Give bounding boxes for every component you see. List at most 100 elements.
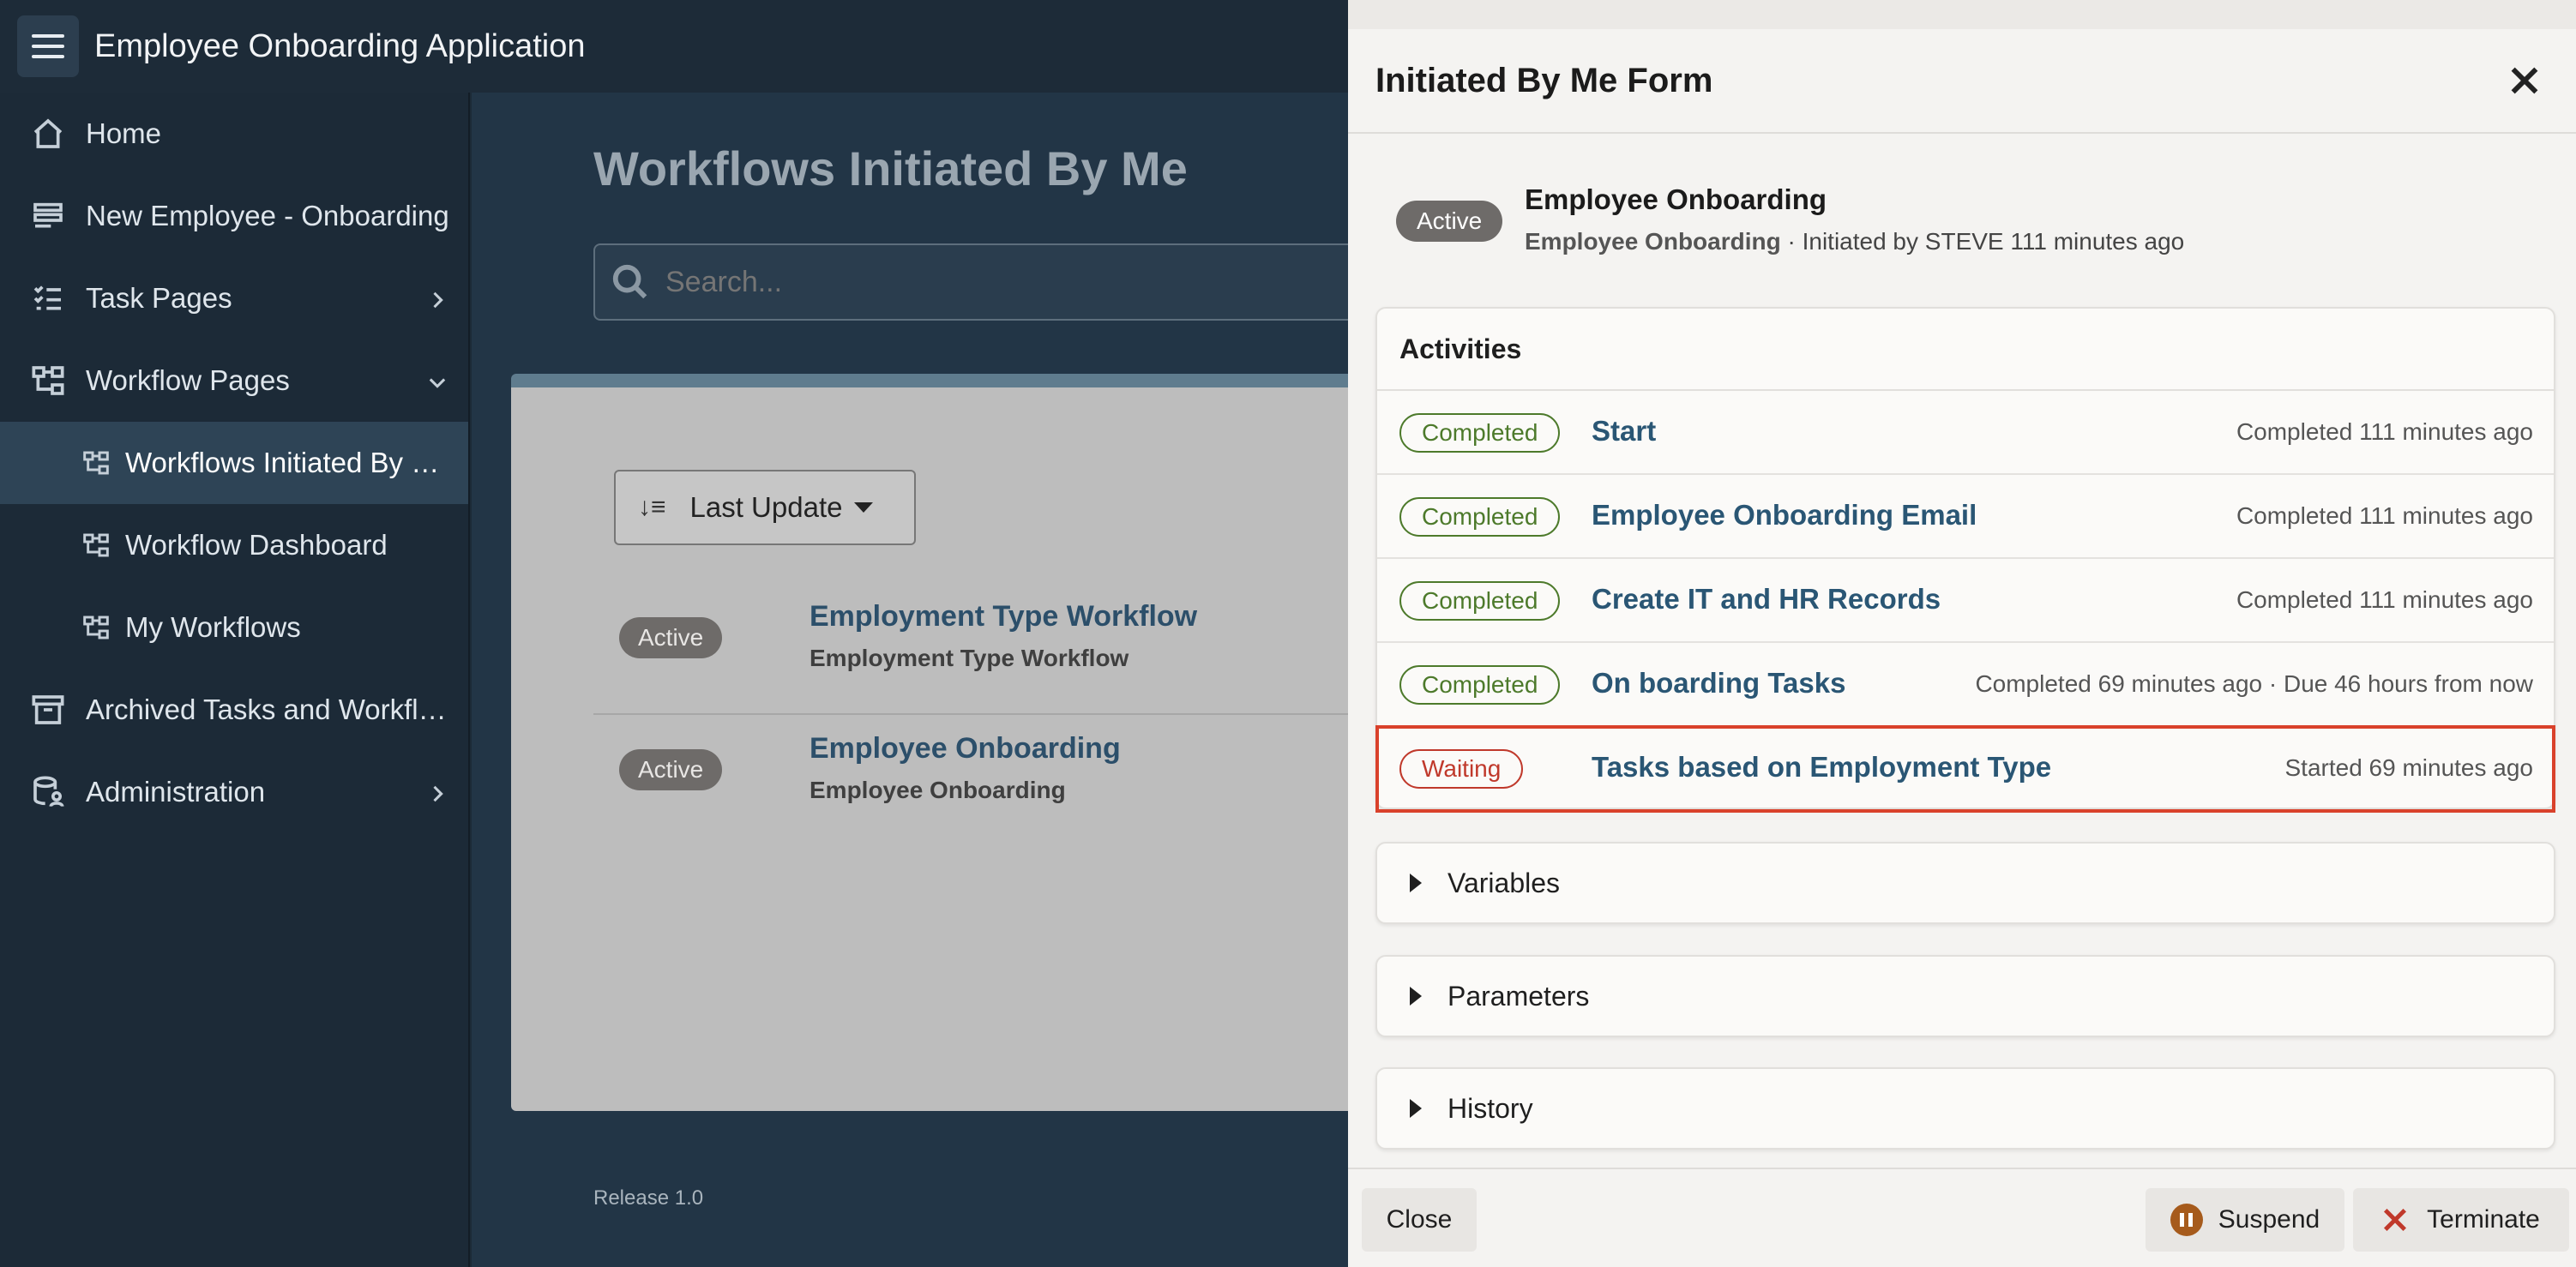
sidebar-item-workflow-pages[interactable]: Workflow Pages	[0, 339, 468, 422]
expand-triangle-icon	[1410, 1099, 1422, 1118]
drawer-title: Initiated By Me Form	[1375, 61, 1713, 99]
workflow-subtitle: Employment Type Workflow	[810, 645, 1129, 671]
sidebar-item-label: Task Pages	[86, 282, 232, 314]
activity-status: Completed 111 minutes ago	[2236, 586, 2533, 613]
hamburger-icon	[32, 34, 64, 38]
workflow-icon	[81, 612, 111, 643]
sidebar-item-label: Workflows Initiated By Me	[125, 447, 442, 478]
status-badge: Active	[619, 617, 723, 658]
main-content: Workflows Initiated By Me ↓≡ Last Update…	[472, 93, 1369, 1267]
activity-name-link[interactable]: Tasks based on Employment Type	[1592, 751, 2051, 784]
initiated-by-me-drawer: Initiated By Me Form Active Employee Onb…	[1348, 0, 2576, 1267]
workflow-title-link[interactable]: Employee Onboarding	[810, 732, 1121, 766]
activity-name-link[interactable]: Create IT and HR Records	[1592, 583, 1941, 615]
activity-row: Completed Create IT and HR Records Compl…	[1377, 559, 2554, 643]
app-title: Employee Onboarding Application	[94, 27, 586, 64]
summary-title: Employee Onboarding	[1525, 183, 1827, 215]
activities-heading: Activities	[1377, 309, 2554, 391]
activity-row: Completed On boarding Tasks Completed 69…	[1377, 643, 2554, 727]
activity-state-badge: Completed	[1399, 497, 1561, 537]
section-label: Parameters	[1447, 980, 1590, 1012]
sidebar-item-label: Workflow Pages	[86, 364, 290, 396]
search-icon	[612, 264, 647, 299]
chevron-right-icon	[425, 286, 449, 310]
activities-panel: Activities Completed Start Completed 111…	[1375, 307, 2555, 813]
workflow-icon	[81, 447, 111, 478]
form-icon	[29, 197, 67, 235]
caret-down-icon	[854, 502, 874, 513]
list-item[interactable]: Active Employment Type Workflow Employme…	[593, 586, 1365, 715]
activity-name-link[interactable]: On boarding Tasks	[1592, 667, 1845, 700]
workflow-list-card: ↓≡ Last Update Active Employment Type Wo…	[511, 374, 1369, 1111]
sidebar-item-workflow-dashboard[interactable]: Workflow Dashboard	[0, 504, 468, 586]
suspend-button[interactable]: Suspend	[2146, 1188, 2344, 1252]
workflow-subtitle: Employee Onboarding	[810, 777, 1066, 803]
sidebar-item-label: Home	[86, 117, 162, 149]
chevron-right-icon	[425, 780, 449, 804]
pause-icon	[2170, 1204, 2203, 1236]
activity-state-badge: Completed	[1399, 413, 1561, 453]
sidebar-item-task-pages[interactable]: Task Pages	[0, 257, 468, 339]
expand-triangle-icon	[1410, 987, 1422, 1006]
suspend-label: Suspend	[2218, 1205, 2320, 1234]
expand-triangle-icon	[1410, 874, 1422, 892]
search-box[interactable]	[593, 243, 1365, 321]
drawer-header: Initiated By Me Form	[1348, 29, 2576, 134]
summary-subtitle-bold: Employee Onboarding	[1525, 228, 1781, 255]
activity-row: Completed Start Completed 111 minutes ag…	[1377, 391, 2554, 475]
drawer-top-strip	[1348, 0, 2576, 29]
activity-state-badge: Waiting	[1399, 749, 1524, 789]
sidebar-item-label: Archived Tasks and Workflows	[86, 694, 451, 725]
terminate-label: Terminate	[2427, 1205, 2540, 1234]
section-label: History	[1447, 1092, 1533, 1124]
parameters-section-toggle[interactable]: Parameters	[1375, 955, 2555, 1037]
page-title: Workflows Initiated By Me	[593, 141, 1188, 195]
sidebar-nav: Home New Employee - Onboarding Task Page…	[0, 93, 470, 1267]
search-input[interactable]	[665, 265, 1266, 299]
history-section-toggle[interactable]: History	[1375, 1067, 2555, 1150]
sort-button[interactable]: ↓≡ Last Update	[614, 470, 916, 545]
chevron-down-icon	[425, 369, 449, 393]
activity-state-badge: Completed	[1399, 665, 1561, 705]
sidebar-item-label: Workflow Dashboard	[125, 529, 388, 561]
variables-section-toggle[interactable]: Variables	[1375, 842, 2555, 924]
activity-row: Completed Employee Onboarding Email Comp…	[1377, 475, 2554, 559]
list-item[interactable]: Active Employee Onboarding Employee Onbo…	[593, 718, 1365, 847]
activity-name-link[interactable]: Employee Onboarding Email	[1592, 499, 1977, 531]
activity-state-badge: Completed	[1399, 581, 1561, 621]
sort-label: Last Update	[689, 491, 843, 523]
workflow-icon	[29, 362, 67, 399]
close-icon	[2382, 1207, 2408, 1233]
sidebar-item-label: Administration	[86, 776, 266, 808]
terminate-button[interactable]: Terminate	[2353, 1188, 2569, 1252]
activity-name-link[interactable]: Start	[1592, 415, 1656, 447]
release-label: Release 1.0	[593, 1186, 704, 1210]
close-icon[interactable]	[2507, 63, 2542, 98]
drawer-footer: Close Suspend Terminate	[1348, 1168, 2576, 1267]
sidebar-item-new-employee-onboarding[interactable]: New Employee - Onboarding	[0, 175, 468, 257]
activity-status: Completed 111 minutes ago	[2236, 502, 2533, 529]
close-button[interactable]: Close	[1362, 1188, 1477, 1252]
sidebar-item-label: My Workflows	[125, 611, 301, 643]
sidebar-item-label: New Employee - Onboarding	[86, 200, 449, 231]
summary-subtitle: Employee Onboarding · Initiated by STEVE…	[1525, 228, 2184, 255]
activity-row-waiting: Waiting Tasks based on Employment Type S…	[1375, 725, 2555, 813]
sort-descending-icon: ↓≡	[638, 493, 666, 521]
app-header: Employee Onboarding Application	[0, 0, 1348, 93]
status-badge: Active	[619, 749, 723, 790]
workflow-icon	[81, 530, 111, 561]
section-label: Variables	[1447, 867, 1561, 898]
admin-icon	[29, 773, 67, 811]
menu-toggle-button[interactable]	[17, 15, 79, 77]
activity-status: Completed 111 minutes ago	[2236, 418, 2533, 445]
workflow-summary: Active Employee Onboarding Employee Onbo…	[1348, 180, 2576, 274]
task-list-icon	[29, 279, 67, 317]
sidebar-item-workflows-initiated-by-me[interactable]: Workflows Initiated By Me	[0, 422, 468, 504]
sidebar-item-my-workflows[interactable]: My Workflows	[0, 586, 468, 669]
archive-icon	[29, 691, 67, 729]
activity-status: Started 69 minutes ago	[2284, 754, 2533, 781]
workflow-title-link[interactable]: Employment Type Workflow	[810, 600, 1197, 634]
sidebar-item-administration[interactable]: Administration	[0, 751, 468, 833]
sidebar-item-archived-tasks[interactable]: Archived Tasks and Workflows	[0, 669, 468, 751]
sidebar-item-home[interactable]: Home	[0, 93, 468, 175]
